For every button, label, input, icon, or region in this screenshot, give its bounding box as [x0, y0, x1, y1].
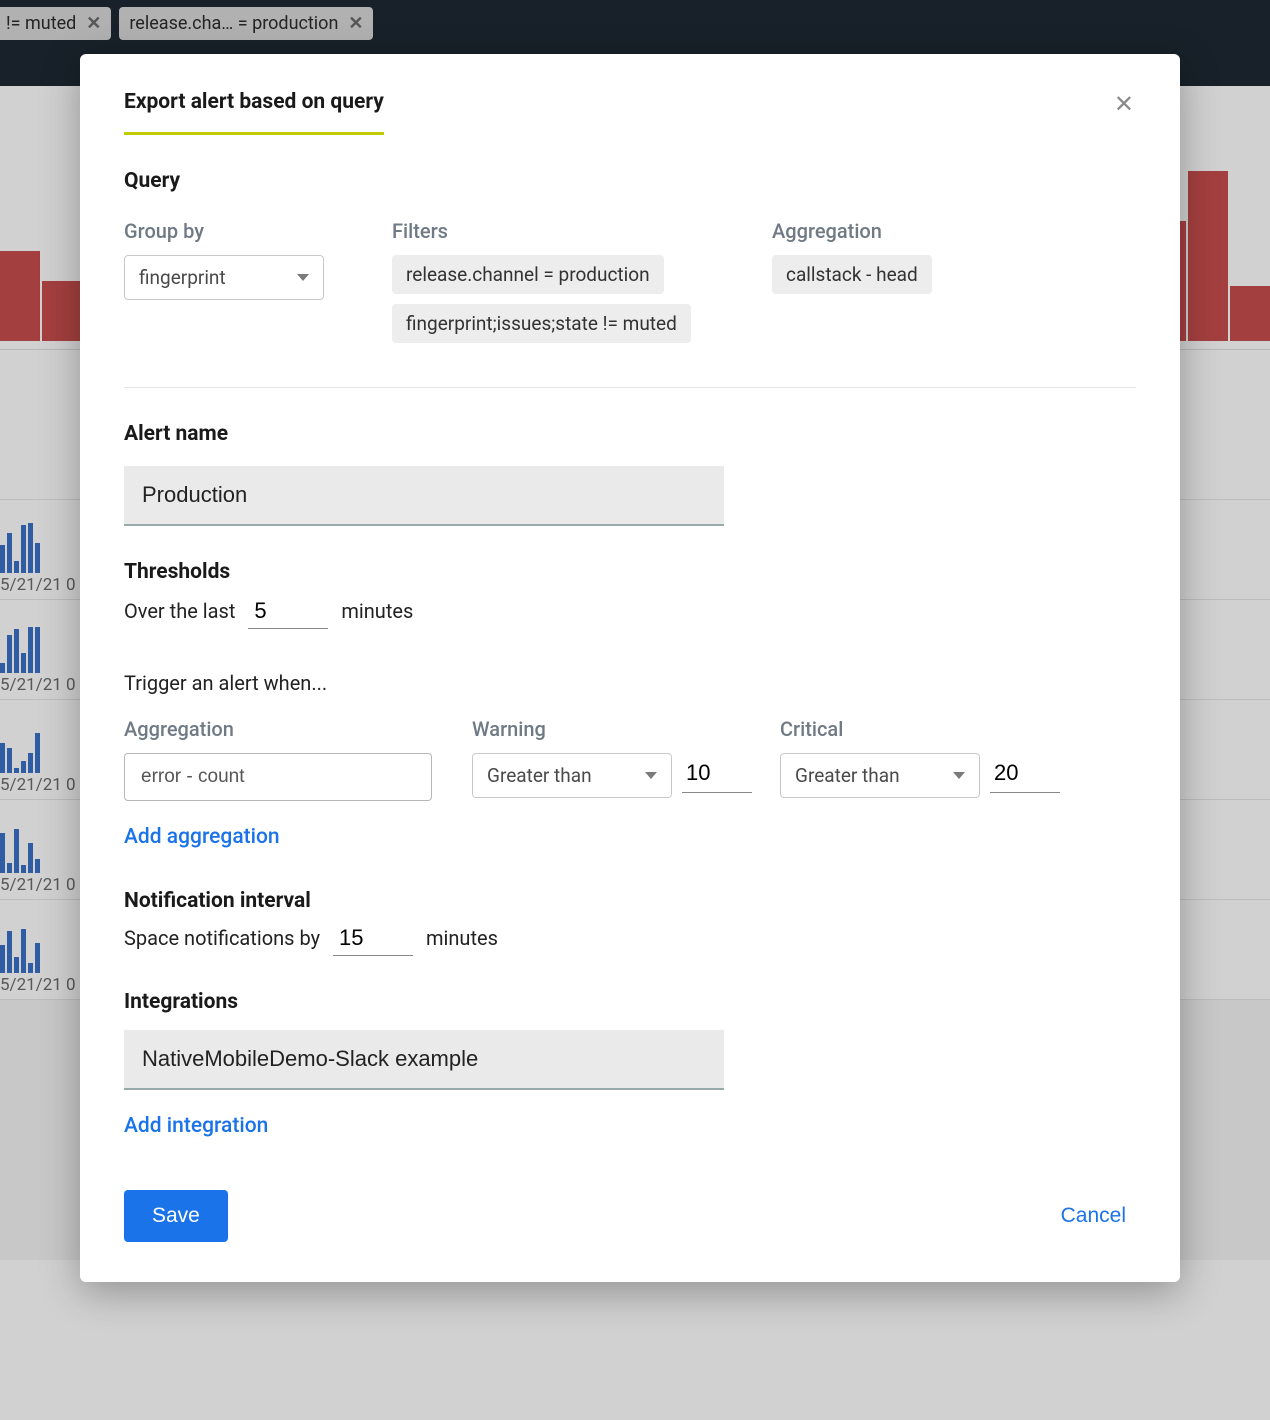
aggregation-pill: callstack - head: [772, 255, 932, 294]
warning-operator-value: Greater than: [487, 764, 592, 787]
close-icon[interactable]: ✕: [1112, 90, 1136, 118]
critical-label: Critical: [780, 717, 1060, 741]
alert-name-input[interactable]: [124, 466, 724, 526]
aggregation-label: Aggregation: [772, 219, 1072, 243]
trigger-text: Trigger an alert when...: [124, 671, 1136, 695]
threshold-agg-label: Aggregation: [124, 717, 444, 741]
export-alert-modal: Export alert based on query ✕ Query Grou…: [80, 54, 1180, 1282]
divider: [124, 387, 1136, 388]
notification-interval-section: Notification interval Space notification…: [124, 889, 1136, 956]
over-last-input[interactable]: [248, 596, 328, 629]
groupby-label: Group by: [124, 219, 392, 243]
over-last-suffix: minutes: [341, 599, 413, 623]
chevron-down-icon: [297, 274, 309, 281]
notification-suffix: minutes: [426, 926, 498, 950]
thresholds-section: Thresholds Over the last minutes Trigger…: [124, 560, 1136, 855]
filter-pill: fingerprint;issues;state != muted: [392, 304, 691, 343]
over-last-prefix: Over the last: [124, 599, 235, 623]
filter-pill: release.channel = production: [392, 255, 664, 294]
thresholds-heading: Thresholds: [124, 560, 1136, 584]
alert-name-label: Alert name: [124, 422, 1136, 446]
cancel-button[interactable]: Cancel: [1051, 1190, 1136, 1242]
warning-operator-select[interactable]: Greater than: [472, 753, 672, 798]
integrations-heading: Integrations: [124, 990, 1136, 1014]
notification-heading: Notification interval: [124, 889, 1136, 913]
integrations-section: Integrations Add integration: [124, 990, 1136, 1144]
query-section: Query Group by fingerprint Filters relea…: [124, 169, 1136, 388]
query-heading: Query: [124, 169, 1136, 193]
modal-footer: Save Cancel: [124, 1190, 1136, 1242]
notification-prefix: Space notifications by: [124, 926, 320, 950]
alert-name-section: Alert name: [124, 422, 1136, 526]
chevron-down-icon: [953, 772, 965, 779]
modal-title: Export alert based on query: [124, 90, 384, 135]
warning-label: Warning: [472, 717, 752, 741]
groupby-value: fingerprint: [139, 266, 226, 289]
warning-value-input[interactable]: [682, 758, 752, 793]
groupby-select[interactable]: fingerprint: [124, 255, 324, 300]
critical-operator-select[interactable]: Greater than: [780, 753, 980, 798]
critical-operator-value: Greater than: [795, 764, 900, 787]
add-aggregation-link[interactable]: Add aggregation: [124, 819, 280, 855]
threshold-agg-input[interactable]: [124, 753, 432, 801]
add-integration-link[interactable]: Add integration: [124, 1108, 268, 1144]
filters-label: Filters: [392, 219, 772, 243]
integrations-input[interactable]: [124, 1030, 724, 1090]
notification-interval-input[interactable]: [333, 923, 413, 956]
save-button[interactable]: Save: [124, 1190, 228, 1242]
critical-value-input[interactable]: [990, 758, 1060, 793]
chevron-down-icon: [645, 772, 657, 779]
